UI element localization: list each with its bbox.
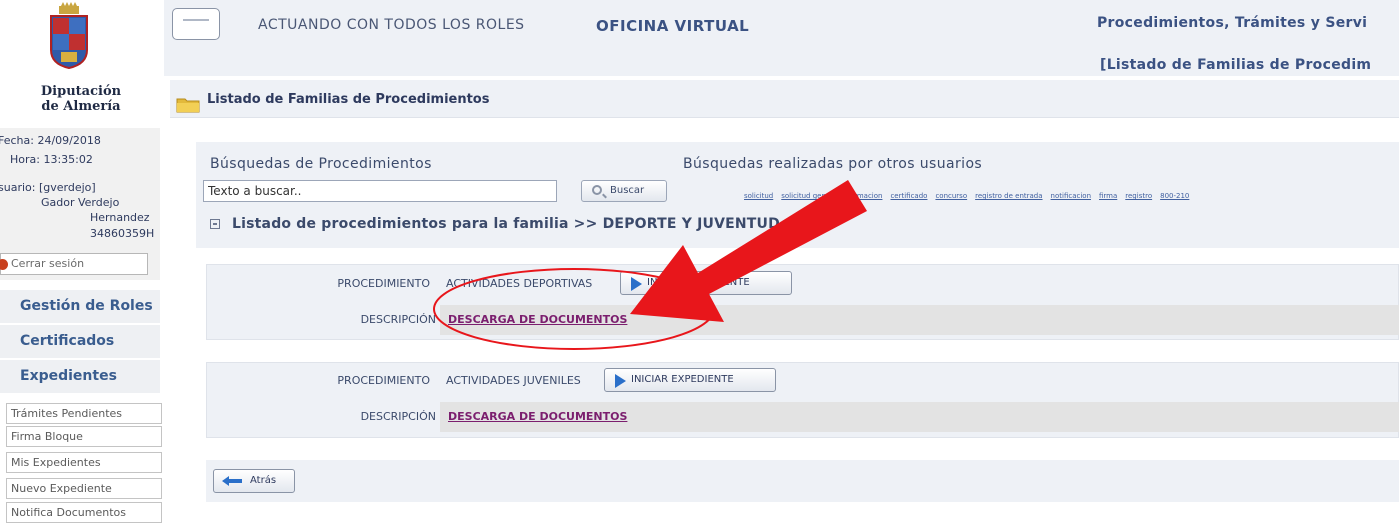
search-tag-link[interactable]: notificacion [1051,192,1091,200]
section-title: Procedimientos, Trámites y Servi [1097,15,1368,31]
family-heading: Listado de procedimientos para la famili… [210,216,780,232]
date-text: Fecha: 24/09/2018 [0,134,101,147]
menu-certificados[interactable]: Certificados [0,325,160,359]
search-tag-link[interactable]: registro de entrada [975,192,1042,200]
procedure-label: PROCEDIMIENTO [337,374,430,387]
user-id-text: 34860359H [90,227,155,240]
search-button-label: Buscar [610,185,645,196]
power-icon [0,259,8,270]
start-expediente-button[interactable]: INICIAR EXPEDIENTE [620,271,792,295]
submenu-mis-expedientes[interactable]: Mis Expedientes [6,452,162,473]
search-section-label: Búsquedas de Procedimientos [210,156,432,172]
play-icon [631,277,642,291]
submenu-tramites-pendientes[interactable]: Trámites Pendientes [6,403,162,424]
user-login-text: suario: [gverdejo] [0,181,96,194]
procedure-name: ACTIVIDADES DEPORTIVAS [446,277,593,290]
user-surname-text: Hernandez [90,211,150,224]
collapse-icon[interactable] [210,219,220,229]
play-icon [615,374,626,388]
description-label: DESCRIPCIÓN [360,410,436,423]
submenu-nuevo-expediente[interactable]: Nuevo Expediente [6,478,162,499]
search-button[interactable]: Buscar [581,180,667,202]
start-expediente-button[interactable]: INICIAR EXPEDIENTE [604,368,776,392]
popular-search-tags: solicitud solicitud general formacion ce… [744,192,1189,200]
back-arrow-icon [222,476,242,486]
menu-label: Expedientes [20,368,117,384]
breadcrumb: [Listado de Familias de Procedim [1100,57,1372,73]
page-title: Listado de Familias de Procedimientos [207,92,490,107]
download-documents-link[interactable]: DESCARGA DE DOCUMENTOS [448,313,627,326]
submenu-label: Nuevo Expediente [11,482,112,495]
role-indicator: ACTUANDO CON TODOS LOS ROLES [258,17,525,33]
submenu-label: Trámites Pendientes [11,407,123,420]
search-tag-link[interactable]: registro [1125,192,1152,200]
annotation-overlay [433,180,867,350]
submenu-firma-bloque[interactable]: Firma Bloque [6,426,162,447]
footer-bar [206,460,1399,502]
submenu-label: Firma Bloque [11,430,83,443]
submenu-notifica-documentos[interactable]: Notifica Documentos [6,502,162,523]
search-tag-link[interactable]: firma [1099,192,1117,200]
submenu-label: Notifica Documentos [11,506,126,519]
folder-icon [176,98,200,113]
app-title: OFICINA VIRTUAL [596,17,750,35]
family-text: Listado de procedimientos para la famili… [232,216,780,232]
menu-expedientes[interactable]: Expedientes [0,360,160,394]
menu-toggle-button[interactable] [172,8,220,40]
search-tag-link[interactable]: solicitud general [781,192,839,200]
time-text: Hora: 13:35:02 [10,153,93,166]
description-label: DESCRIPCIÓN [360,313,436,326]
coat-of-arms-logo [50,2,88,70]
search-icon [592,185,602,195]
start-button-label: INICIAR EXPEDIENTE [631,374,734,385]
download-documents-link[interactable]: DESCARGA DE DOCUMENTOS [448,410,627,423]
search-tag-link[interactable]: 800-210 [1160,192,1189,200]
search-tag-link[interactable]: certificado [890,192,927,200]
org-name-line1: Diputación [40,84,122,99]
menu-gestion-roles[interactable]: Gestión de Roles [0,290,160,324]
sidebar: Diputación de Almería Fecha: 24/09/2018 … [0,0,162,526]
search-tag-link[interactable]: solicitud [744,192,773,200]
search-tag-link[interactable]: formacion [847,192,882,200]
menu-label: Certificados [20,333,115,349]
user-name-text: Gador Verdejo [41,196,120,209]
start-button-label: INICIAR EXPEDIENTE [647,277,750,288]
search-tag-link[interactable]: concurso [935,192,967,200]
menu-label: Gestión de Roles [20,298,153,314]
procedure-label: PROCEDIMIENTO [337,277,430,290]
logout-button[interactable]: Cerrar sesión [0,253,148,275]
logout-label: Cerrar sesión [11,257,85,270]
others-searches-label: Búsquedas realizadas por otros usuarios [683,156,983,172]
back-button[interactable]: Atrás [213,469,295,493]
org-name-line2: de Almería [41,99,121,114]
search-input[interactable] [203,180,557,202]
submenu-label: Mis Expedientes [11,456,101,469]
back-label: Atrás [250,475,277,486]
procedure-name: ACTIVIDADES JUVENILES [446,374,581,387]
hamburger-icon [183,19,209,21]
